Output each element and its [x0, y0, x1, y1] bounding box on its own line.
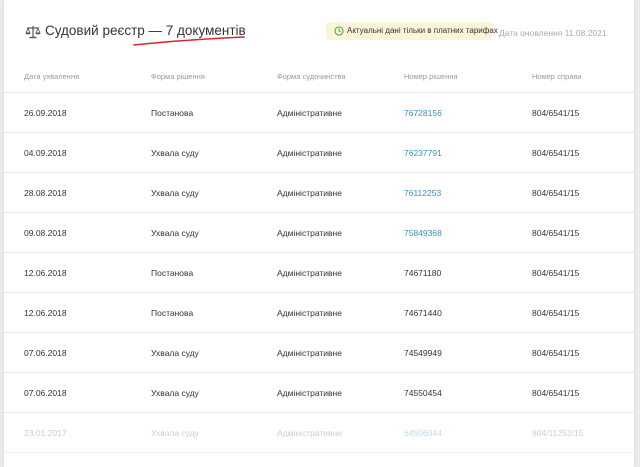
- cell-form: Ухвала суду: [151, 348, 199, 358]
- cell-form: Постанова: [151, 108, 194, 118]
- paid-data-badge[interactable]: Актуальні дані тільки в платних тарифах: [326, 22, 498, 40]
- cell-form: Ухвала суду: [151, 428, 199, 438]
- cell-date: 28.08.2018: [24, 188, 67, 198]
- table-row[interactable]: 04.09.2018 Ухвала суду Адміністративне 7…: [4, 133, 634, 173]
- cell-date: 23.01.2017: [24, 428, 67, 438]
- table-row[interactable]: 07.06.2018 Ухвала суду Адміністративне 7…: [4, 373, 634, 413]
- column-header-case-number: Номер справи: [532, 72, 582, 81]
- cell-case: 804/6541/15: [532, 228, 580, 238]
- cell-proceeding: Адміністративне: [277, 388, 342, 398]
- cell-date: 07.06.2018: [24, 388, 67, 398]
- cell-case: 804/6541/15: [532, 348, 580, 358]
- decision-link[interactable]: 75849368: [404, 228, 442, 238]
- cell-case: 804/6541/15: [532, 308, 580, 318]
- red-underline-annotation: [133, 36, 245, 46]
- court-registry-card: Судовий реєстр — 7 документів Актуальні …: [4, 0, 634, 467]
- badge-text: Актуальні дані тільки в платних тарифах: [347, 26, 498, 35]
- cell-decision-number: 74550454: [404, 388, 442, 398]
- cell-form: Постанова: [151, 308, 194, 318]
- card-header: Судовий реєстр — 7 документів Актуальні …: [4, 0, 634, 50]
- cell-proceeding: Адміністративне: [277, 148, 342, 158]
- update-date: Дата оновлення 11.08.2021: [499, 28, 607, 38]
- cell-form: Постанова: [151, 268, 194, 278]
- cell-date: 26.09.2018: [24, 108, 67, 118]
- cell-case: 804/6541/15: [532, 148, 580, 158]
- cell-proceeding: Адміністративне: [277, 348, 342, 358]
- cell-case: 804/11252/15: [532, 428, 584, 438]
- clock-icon: [334, 26, 344, 36]
- table-row[interactable]: 23.01.2017 Ухвала суду Адміністративне 6…: [4, 413, 634, 453]
- cell-proceeding: Адміністративне: [277, 268, 342, 278]
- cell-decision-number: 74549949: [404, 348, 442, 358]
- decision-link[interactable]: 76728156: [404, 108, 442, 118]
- table-row[interactable]: 07.06.2018 Ухвала суду Адміністративне 7…: [4, 333, 634, 373]
- table-row[interactable]: 28.08.2018 Ухвала суду Адміністративне 7…: [4, 173, 634, 213]
- column-header-form: Форма рішення: [151, 72, 205, 81]
- cell-case: 804/6541/15: [532, 188, 580, 198]
- cell-proceeding: Адміністративне: [277, 188, 342, 198]
- table-row[interactable]: 09.08.2018 Ухвала суду Адміністративне 7…: [4, 213, 634, 253]
- decision-link[interactable]: 76237791: [404, 148, 442, 158]
- table-header: Дата ухвалення Форма рішення Форма судоч…: [4, 58, 634, 93]
- decision-link[interactable]: 64506044: [404, 428, 442, 438]
- cell-date: 12.06.2018: [24, 268, 67, 278]
- cell-case: 804/6541/15: [532, 108, 580, 118]
- column-header-date: Дата ухвалення: [24, 72, 80, 81]
- cell-date: 04.09.2018: [24, 148, 67, 158]
- table-row[interactable]: 12.06.2018 Постанова Адміністративне 746…: [4, 293, 634, 333]
- table-row[interactable]: 12.06.2018 Постанова Адміністративне 746…: [4, 253, 634, 293]
- cell-proceeding: Адміністративне: [277, 428, 342, 438]
- cell-date: 09.08.2018: [24, 228, 67, 238]
- cell-decision-number: 74671440: [404, 308, 442, 318]
- cell-date: 12.06.2018: [24, 308, 67, 318]
- cell-date: 07.06.2018: [24, 348, 67, 358]
- cell-form: Ухвала суду: [151, 188, 199, 198]
- cell-form: Ухвала суду: [151, 388, 199, 398]
- cell-decision-number: 74671180: [404, 268, 442, 278]
- cell-proceeding: Адміністративне: [277, 108, 342, 118]
- cell-proceeding: Адміністративне: [277, 308, 342, 318]
- decisions-table: Дата ухвалення Форма рішення Форма судоч…: [4, 58, 634, 453]
- table-row[interactable]: 26.09.2018 Постанова Адміністративне 767…: [4, 93, 634, 133]
- decision-link[interactable]: 76112253: [404, 188, 441, 198]
- scales-icon: [25, 26, 41, 39]
- cell-proceeding: Адміністративне: [277, 228, 342, 238]
- cell-case: 804/6541/15: [532, 388, 580, 398]
- column-header-decision-number: Номер рішення: [404, 72, 458, 81]
- column-header-proceeding: Форма судочинства: [277, 72, 346, 81]
- cell-form: Ухвала суду: [151, 148, 199, 158]
- cell-case: 804/6541/15: [532, 268, 580, 278]
- cell-form: Ухвала суду: [151, 228, 199, 238]
